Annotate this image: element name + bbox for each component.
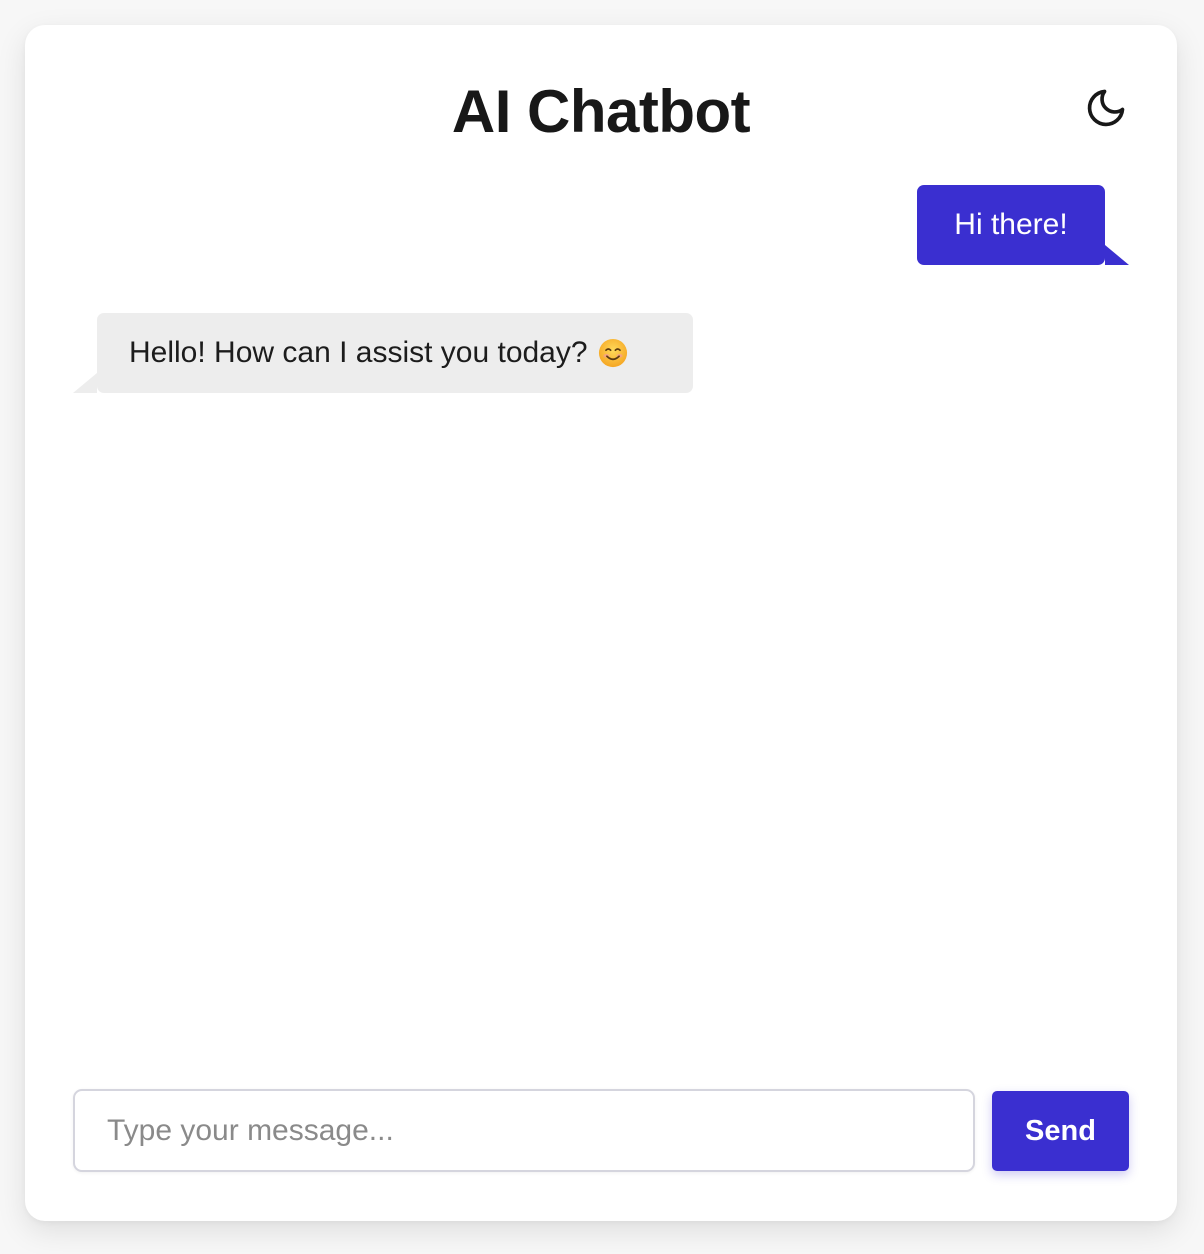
chat-window: AI Chatbot Hi there! Hello! How can I as… — [25, 25, 1177, 1221]
bubble-tail — [1105, 245, 1129, 265]
theme-toggle-button[interactable] — [1081, 83, 1131, 133]
message-input[interactable] — [73, 1089, 975, 1172]
bot-message-text: Hello! How can I assist you today? — [129, 336, 588, 369]
user-message-text: Hi there! — [954, 208, 1068, 241]
user-message: Hi there! — [917, 185, 1129, 265]
moon-icon — [1087, 89, 1125, 127]
smiling-face-icon — [598, 338, 627, 368]
page-title: AI Chatbot — [451, 78, 751, 145]
send-button[interactable]: Send — [992, 1091, 1129, 1171]
bot-message: Hello! How can I assist you today? — [73, 313, 693, 393]
bubble-tail — [73, 373, 97, 393]
